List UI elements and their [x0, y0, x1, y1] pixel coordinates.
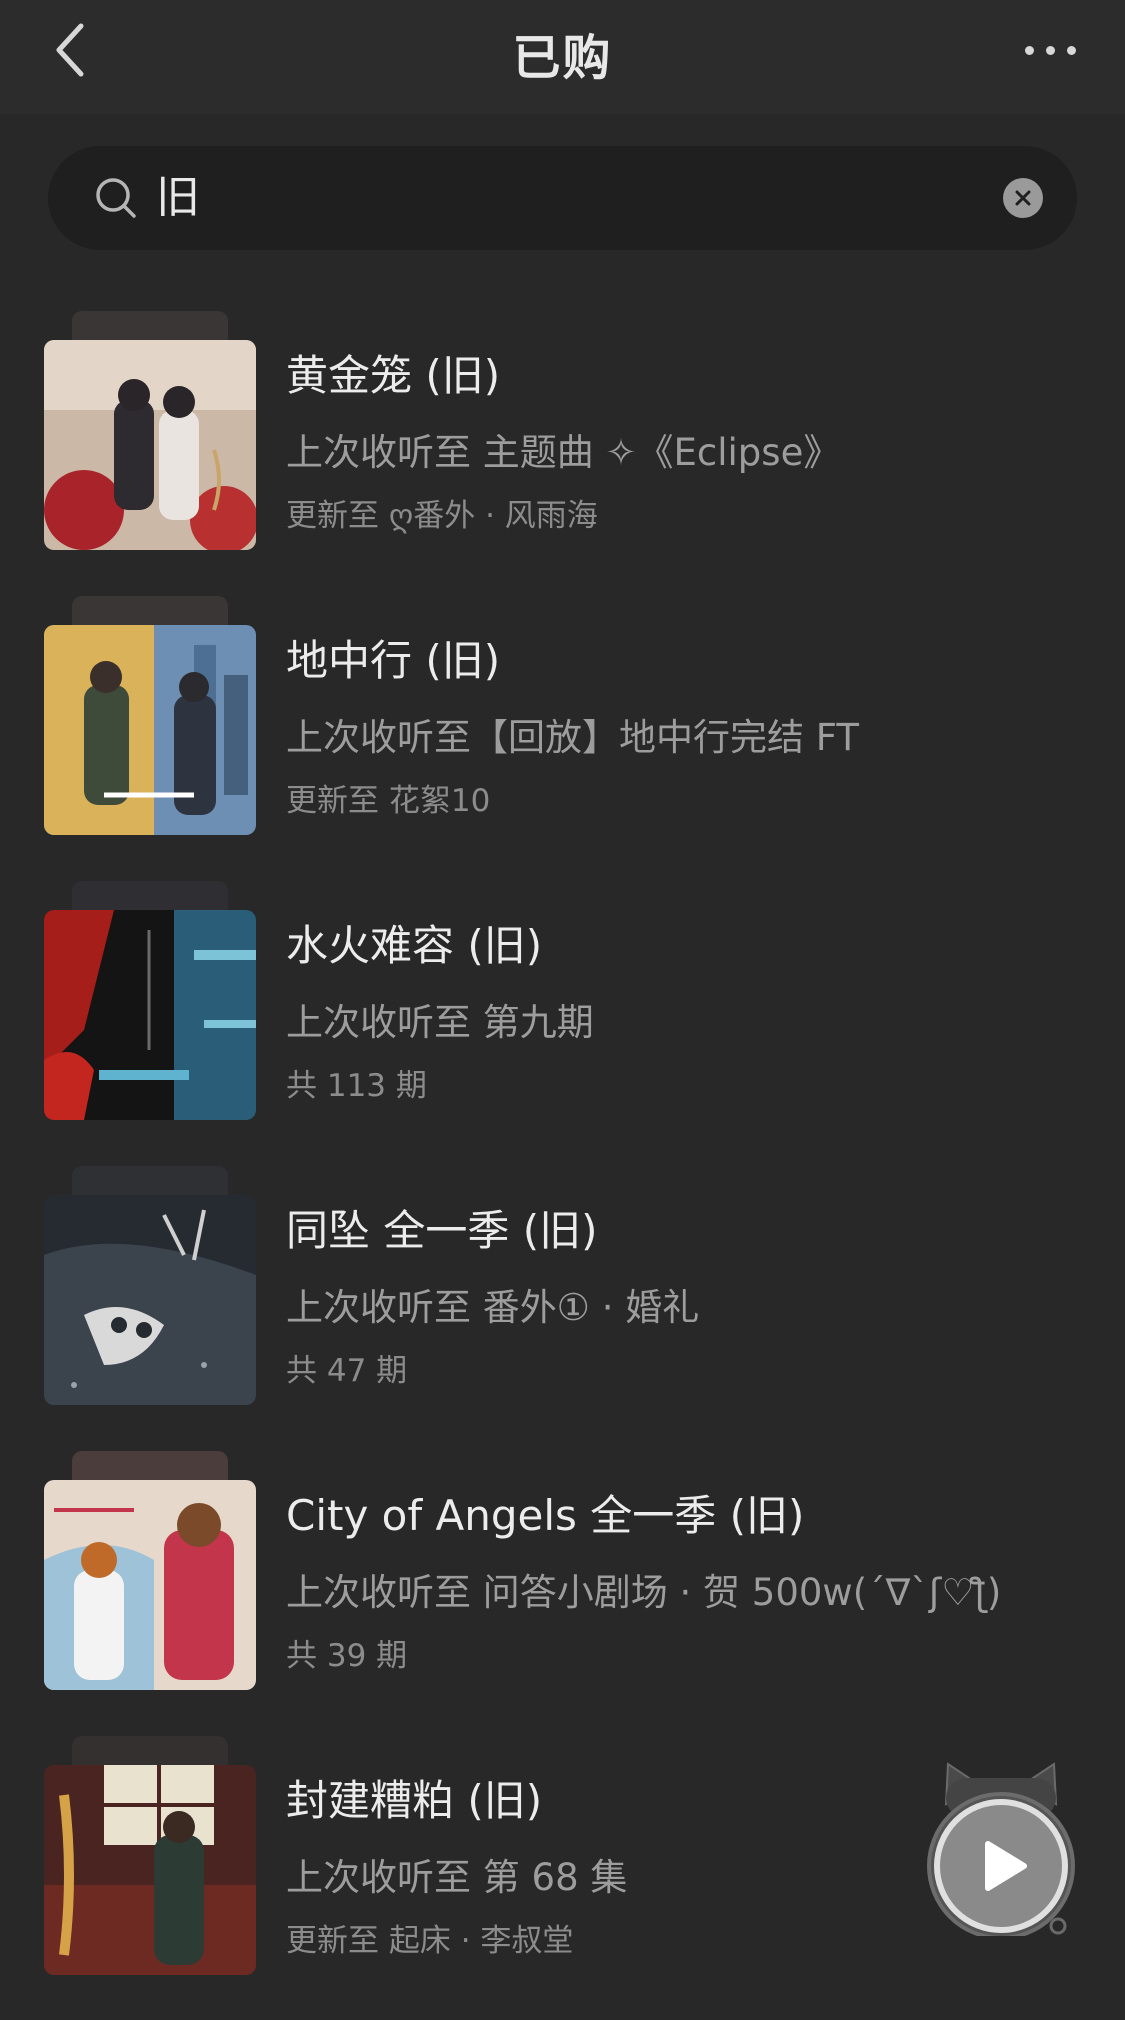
list-item[interactable]: 黄金笼 (旧) 上次收听至 主题曲 ✧《Eclipse》 更新至 ღ番外 · 风… — [0, 300, 1125, 550]
search-icon — [96, 178, 136, 218]
item-meta: 共 39 期 — [286, 1638, 408, 1674]
item-last-played: 上次收听至 主题曲 ✧《Eclipse》 — [286, 431, 841, 474]
item-last-played: 上次收听至 番外① · 婚礼 — [286, 1286, 700, 1329]
cover-image — [44, 625, 256, 835]
cover-stack — [72, 1736, 228, 1766]
clear-search-button[interactable] — [1003, 178, 1043, 218]
list-item[interactable]: 同坠 全一季 (旧) 上次收听至 番外① · 婚礼 共 47 期 — [0, 1155, 1125, 1405]
search-bar[interactable]: 旧 — [48, 146, 1077, 250]
list-item[interactable]: City of Angels 全一季 (旧) 上次收听至 问答小剧场 · 贺 5… — [0, 1440, 1125, 1690]
cover — [44, 1725, 256, 1975]
item-title: 地中行 (旧) — [286, 636, 501, 685]
item-meta: 更新至 ღ番外 · 风雨海 — [286, 498, 598, 534]
item-last-played: 上次收听至 第 68 集 — [286, 1856, 628, 1899]
item-meta: 共 47 期 — [286, 1353, 408, 1389]
cover-stack — [72, 596, 228, 626]
cover — [44, 870, 256, 1120]
cover-image — [44, 340, 256, 550]
cover-image — [44, 910, 256, 1120]
item-meta: 更新至 起床 · 李叔堂 — [286, 1923, 574, 1959]
cover-stack — [72, 1166, 228, 1196]
list-item[interactable]: 地中行 (旧) 上次收听至【回放】地中行完结 FT 更新至 花絮10 — [0, 585, 1125, 835]
clear-circle-icon — [1015, 190, 1031, 206]
nav-bar: 已购 — [0, 0, 1125, 114]
cover-stack — [72, 1451, 228, 1481]
cover-image — [44, 1480, 256, 1690]
more-dot — [1045, 45, 1055, 55]
item-last-played: 上次收听至 问答小剧场 · 贺 500w(´∇`ʃ♡ƪ) — [286, 1571, 1002, 1614]
more-dots-icon — [1024, 45, 1034, 55]
item-title: 同坠 全一季 (旧) — [286, 1206, 598, 1255]
search-input[interactable]: 旧 — [156, 168, 200, 228]
item-meta: 更新至 花絮10 — [286, 783, 491, 819]
item-title: 黄金笼 (旧) — [286, 351, 501, 400]
page-title: 已购 — [512, 30, 613, 86]
cover — [44, 300, 256, 550]
cover-stack — [72, 881, 228, 911]
cover-image — [44, 1765, 256, 1975]
item-title: 封建糟粕 (旧) — [286, 1776, 543, 1825]
item-title: City of Angels 全一季 (旧) — [286, 1491, 805, 1540]
mini-player[interactable] — [926, 1756, 1076, 1940]
item-last-played: 上次收听至 第九期 — [286, 1001, 594, 1044]
more-button[interactable] — [1015, 22, 1085, 78]
more-dot — [1066, 45, 1076, 55]
cover — [44, 1440, 256, 1690]
list-item[interactable]: 水火难容 (旧) 上次收听至 第九期 共 113 期 — [0, 870, 1125, 1120]
item-title: 水火难容 (旧) — [286, 921, 543, 970]
cover-image — [44, 1195, 256, 1405]
cover — [44, 1155, 256, 1405]
cover-stack — [72, 311, 228, 341]
item-meta: 共 113 期 — [286, 1068, 427, 1104]
cover — [44, 585, 256, 835]
item-last-played: 上次收听至【回放】地中行完结 FT — [286, 716, 859, 759]
